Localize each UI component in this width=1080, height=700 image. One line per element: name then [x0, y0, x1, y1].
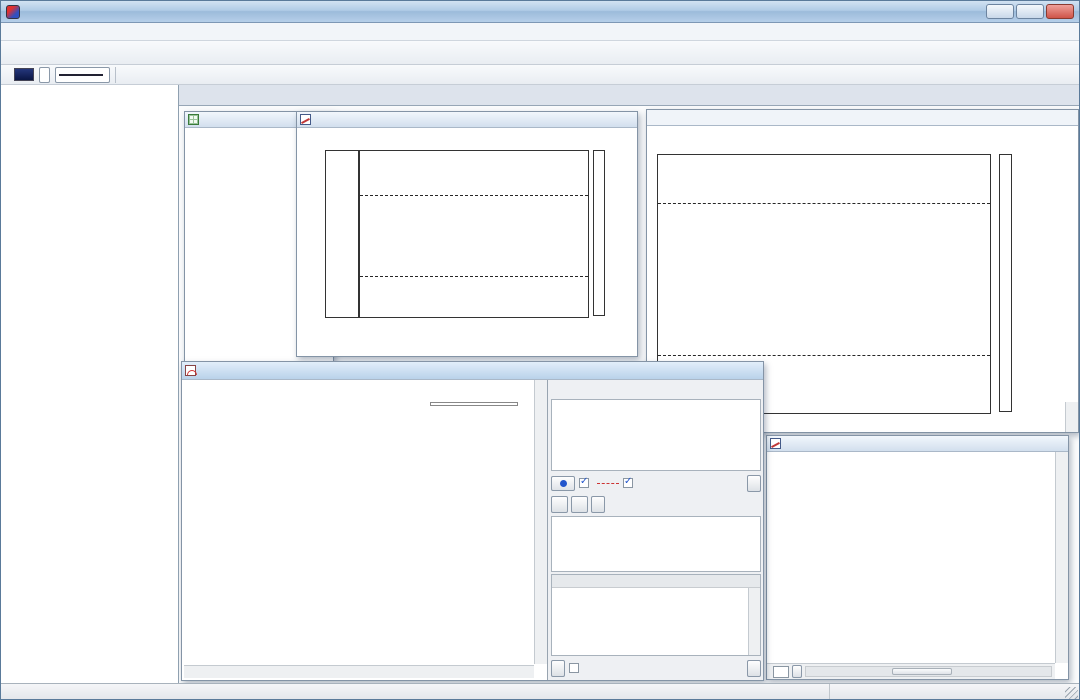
parameters-table[interactable] [551, 516, 761, 572]
fit-plot-area [182, 380, 548, 680]
heatmap-canvas[interactable] [359, 150, 589, 318]
marker-dot-icon [559, 479, 567, 487]
cross-section-marker-line [360, 276, 588, 277]
waterfall-plot-canvas[interactable] [769, 454, 1043, 646]
scroll-thumb[interactable] [891, 668, 952, 675]
vertical-scrollbar[interactable] [1055, 452, 1068, 663]
maximize-button[interactable] [1016, 4, 1044, 19]
app-window [0, 0, 1080, 700]
cross-section-marker-line [658, 355, 990, 356]
add-axes-button[interactable] [792, 665, 802, 678]
fit-by-sum-button[interactable] [591, 495, 605, 513]
window-waterfall[interactable] [766, 435, 1069, 680]
resize-grip[interactable] [1065, 687, 1078, 699]
plot-horizontal-scrollbar[interactable] [184, 665, 534, 678]
mdi-area [179, 106, 1079, 683]
formula-scrollbar[interactable] [748, 588, 760, 655]
colorbar [593, 150, 605, 316]
vertical-scroll-arrows[interactable] [1065, 402, 1078, 432]
chart-icon [300, 114, 311, 125]
colorbar [999, 154, 1012, 412]
window-titlebar[interactable] [297, 112, 637, 128]
add-curve-button[interactable] [551, 495, 568, 513]
app-icon [6, 4, 20, 19]
window-titlebar[interactable] [182, 362, 763, 380]
minimize-button[interactable] [986, 4, 1014, 19]
toolbar-separator [115, 66, 116, 83]
y-axis-ticks [305, 150, 323, 316]
fit-panel-tabs [551, 382, 761, 399]
cross-section-marker-line [360, 195, 588, 196]
colorbar-ticks [1015, 154, 1043, 412]
guess-button[interactable] [571, 495, 588, 513]
x-axis-ticks [359, 320, 587, 330]
edit-interval-checkbox[interactable] [569, 663, 579, 673]
fit-bottom-row [551, 658, 761, 678]
join-button[interactable] [551, 659, 565, 677]
annotation-arrow[interactable] [753, 277, 910, 287]
cross-section-plot-canvas[interactable] [184, 393, 524, 633]
fit-buttons-row [551, 493, 761, 515]
window-nozzle-cross-section[interactable] [181, 361, 764, 681]
line-width-combo[interactable] [39, 66, 50, 83]
data-sum-row [551, 473, 761, 493]
formula-label [552, 575, 760, 588]
status-bar [1, 683, 1079, 699]
line-style-toolbar [1, 65, 1079, 85]
axes-bar [767, 663, 1055, 679]
sum-checkbox[interactable] [623, 476, 633, 488]
profile-plot-canvas[interactable] [325, 150, 359, 318]
main-toolbar [1, 41, 1079, 65]
menu-bar [1, 23, 1079, 41]
window-controls [986, 4, 1074, 19]
fit-one-curve-button[interactable] [747, 659, 761, 677]
cross-section-marker-line [658, 203, 990, 204]
plot-legend [430, 402, 518, 406]
fit-panel [548, 380, 763, 680]
data-marker-button[interactable] [551, 475, 575, 491]
fit-curves-table[interactable] [551, 399, 761, 471]
residual-button[interactable] [747, 474, 761, 492]
title-bar[interactable] [1, 1, 1079, 23]
window-titlebar[interactable] [647, 110, 1078, 126]
data-checkbox[interactable] [579, 476, 589, 488]
colorbar-ticks [607, 150, 633, 316]
formula-editor[interactable] [551, 574, 761, 656]
project-tree [1, 85, 179, 683]
formula-text[interactable] [552, 588, 760, 655]
table-icon [188, 114, 199, 125]
fit-plot-icon [185, 365, 197, 376]
plot-vertical-scrollbar[interactable] [534, 380, 547, 664]
horizontal-scrollbar[interactable] [805, 666, 1052, 677]
window-titlebar[interactable] [767, 436, 1068, 452]
line-style-sample [59, 73, 103, 76]
document-tab-bar [179, 85, 1079, 106]
chart-icon [770, 438, 781, 449]
window-jet-with-interpolation[interactable] [296, 111, 638, 357]
save-status [829, 684, 1057, 699]
line-color-swatch[interactable] [14, 68, 34, 81]
line-style-combo[interactable] [55, 66, 110, 83]
close-button[interactable] [1046, 4, 1074, 19]
axes-count-box[interactable] [773, 665, 789, 678]
sum-line-sample [597, 482, 619, 484]
